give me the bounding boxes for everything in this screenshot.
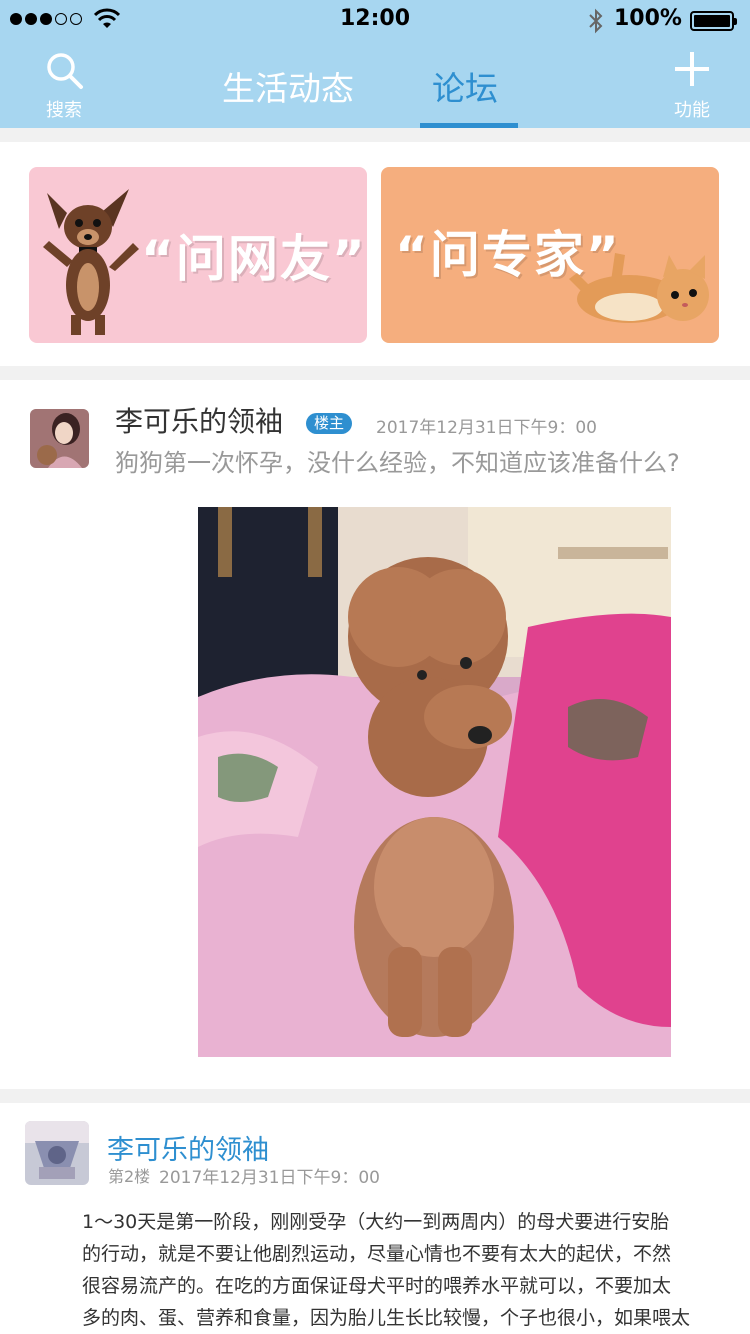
app-header: 12:00 100% 搜索 生活动态 论坛 功能 — [0, 0, 750, 128]
search-button[interactable]: 搜索 — [38, 50, 90, 122]
ask-experts-banner[interactable]: “问专家” — [381, 167, 719, 343]
post-question: 狗狗第一次怀孕，没什么经验，不知道应该准备什么? — [115, 449, 680, 477]
post-photo[interactable] — [198, 507, 671, 1057]
divider — [0, 1089, 750, 1103]
battery-percent: 100% — [614, 6, 682, 31]
kitten-image — [569, 253, 709, 323]
post-author[interactable]: 李可乐的领袖 — [115, 400, 283, 440]
reply-author[interactable]: 李可乐的领袖 — [107, 1128, 269, 1167]
bluetooth-icon — [589, 8, 603, 34]
floor-number: 第2楼 — [108, 1167, 151, 1186]
avatar[interactable] — [25, 1121, 89, 1185]
ask-netizens-banner[interactable]: “问网友” — [29, 167, 367, 343]
function-label: 功能 — [674, 100, 710, 121]
tab-forum[interactable]: 论坛 — [432, 62, 498, 110]
tab-life-feed[interactable]: 生活动态 — [222, 62, 354, 110]
chihuahua-dog-image — [43, 189, 139, 335]
post-date: 2017年12月31日下午9：00 — [376, 418, 597, 438]
search-icon — [47, 53, 83, 89]
divider — [0, 128, 750, 142]
search-label: 搜索 — [46, 100, 82, 121]
reply-body: 1～30天是第一阶段，刚刚受孕（大约一到两周内）的母犬要进行安胎 的行动，就是不… — [82, 1206, 742, 1334]
op-badge: 楼主 — [306, 413, 353, 434]
avatar[interactable] — [30, 409, 89, 468]
divider — [0, 366, 750, 380]
reply-line: 很容易流产的。在吃的方面保证母犬平时的喂养水平就可以，不要加太 — [82, 1275, 672, 1297]
plus-icon — [675, 52, 709, 86]
reply-line: 多的肉、蛋、营养和食量，因为胎儿生长比较慢，个子也很小，如果喂太 — [82, 1307, 691, 1329]
reply-date: 2017年12月31日下午9：00 — [159, 1168, 380, 1188]
ask-netizens-text: “问网友” — [141, 230, 367, 288]
function-button[interactable]: 功能 — [664, 50, 720, 122]
reply-line: 的行动，就是不要让他剧烈运动，尽量心情也不要有太大的起伏，不然 — [82, 1243, 672, 1265]
battery-icon — [690, 11, 737, 31]
reply-line: 1～30天是第一阶段，刚刚受孕（大约一到两周内）的母犬要进行安胎 — [82, 1211, 670, 1233]
status-bar: 12:00 100% — [0, 0, 750, 40]
